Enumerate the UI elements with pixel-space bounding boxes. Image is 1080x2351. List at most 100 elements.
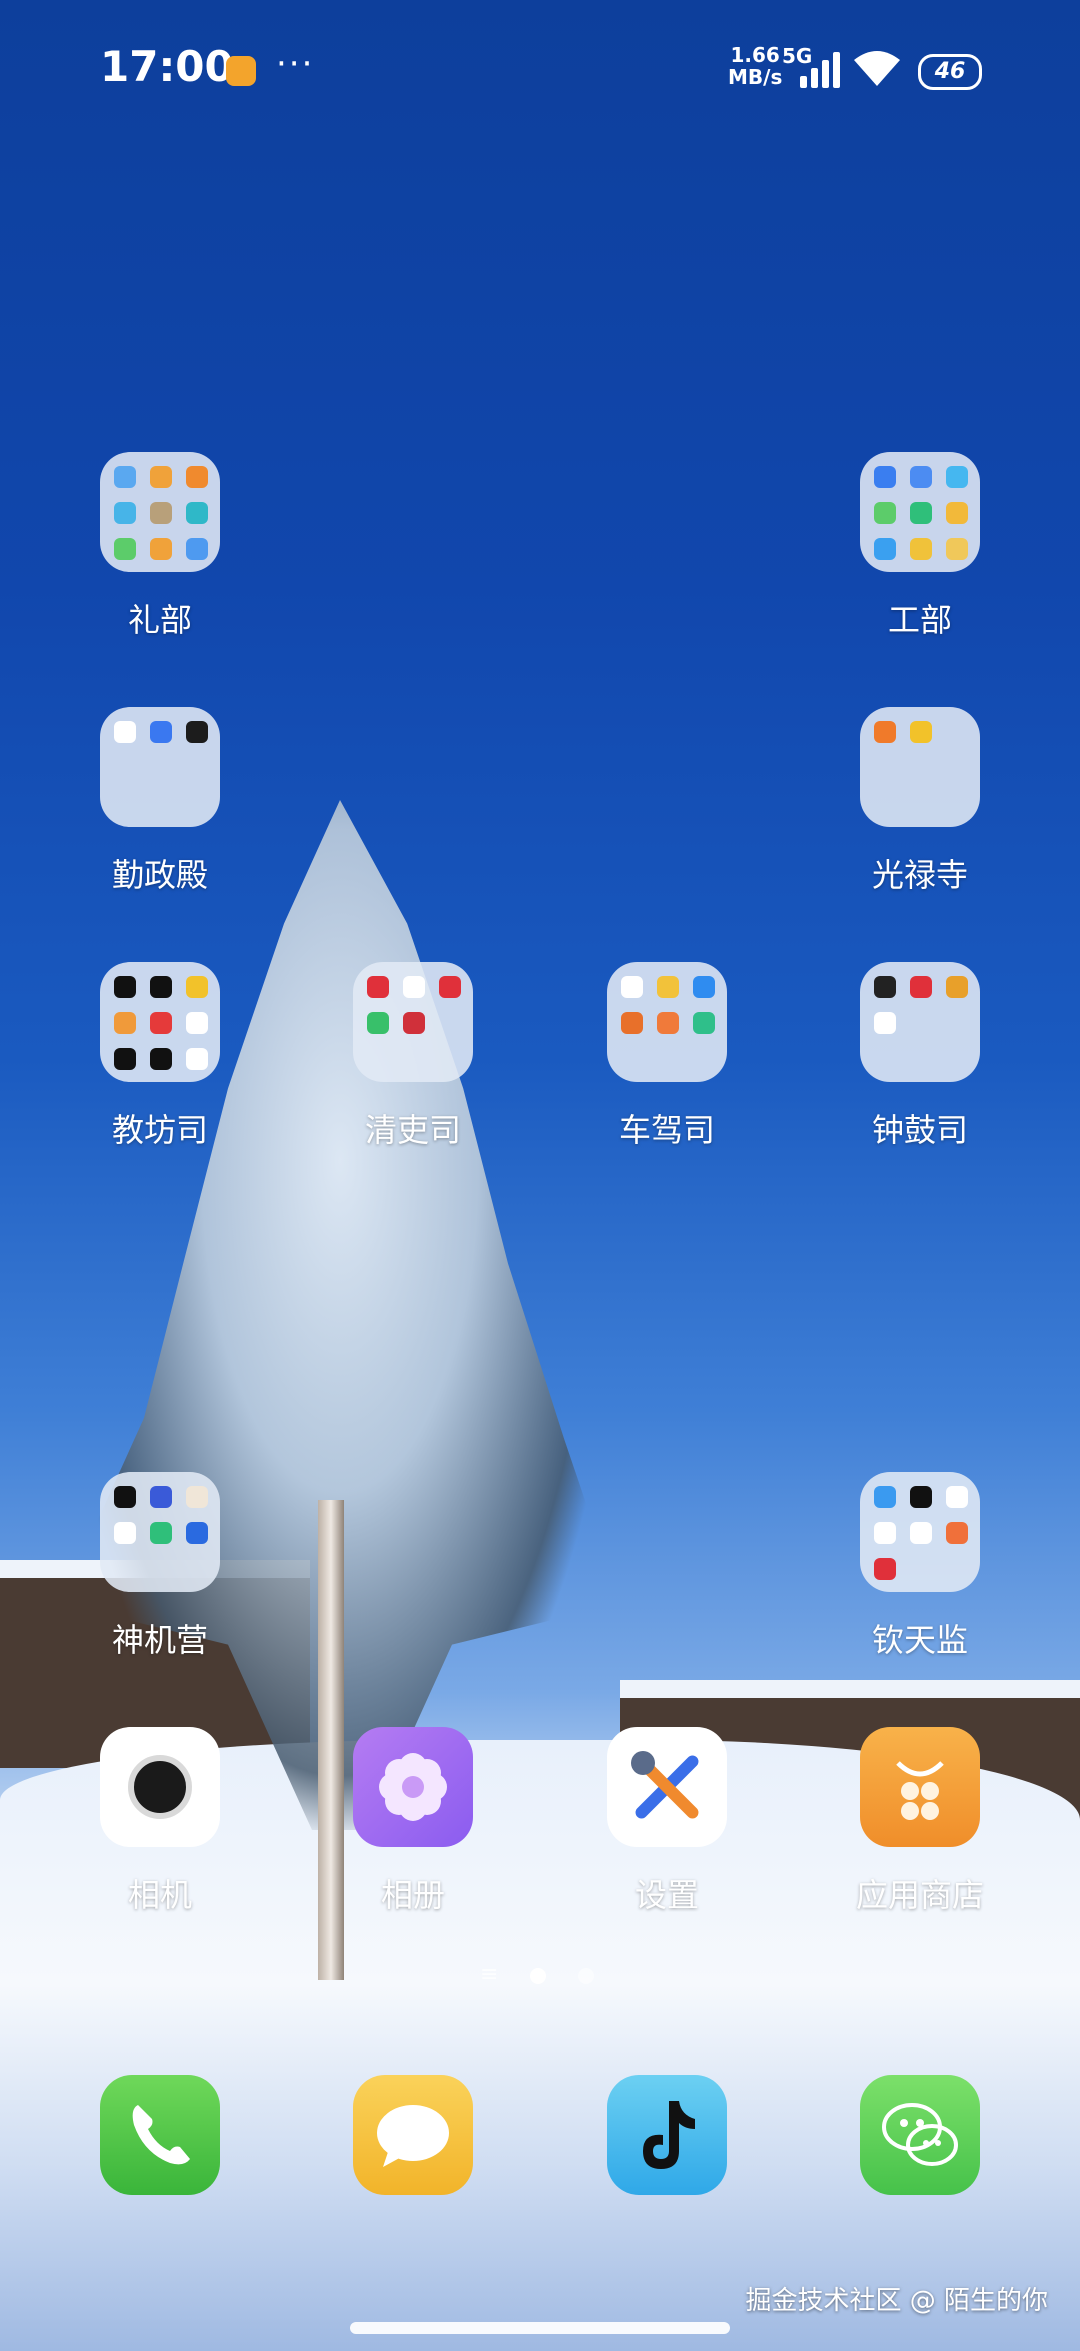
folder-label: 光禄寺 xyxy=(871,856,968,894)
folder-preview xyxy=(607,962,727,1082)
app-gallery[interactable]: 相册 xyxy=(333,1727,493,1915)
folder-mini-app-icon xyxy=(150,1522,172,1544)
folder-mini-app-icon xyxy=(439,976,461,998)
folder-mini-app-icon xyxy=(621,976,643,998)
folder-qinzhengdian[interactable]: 勤政殿 xyxy=(80,707,240,895)
folder-mini-app-icon xyxy=(150,1486,172,1508)
folder-label: 工部 xyxy=(887,601,952,639)
camera-icon xyxy=(100,1727,220,1847)
folder-label: 神机营 xyxy=(111,1621,208,1659)
folder-label: 勤政殿 xyxy=(111,856,208,894)
network-speed: 1.66 MB/s xyxy=(728,44,782,88)
folder-libu[interactable]: 礼部 xyxy=(80,452,240,640)
messages-icon xyxy=(353,2075,473,2195)
folder-mini-app-icon xyxy=(874,1522,896,1544)
folder-mini-app-icon xyxy=(874,1486,896,1508)
tiktok-icon xyxy=(607,2075,727,2195)
folder-guanglusi[interactable]: 光禄寺 xyxy=(840,707,1000,895)
folder-mini-app-icon xyxy=(946,1486,968,1508)
notification-app-icon xyxy=(226,56,256,86)
folder-mini-app-icon xyxy=(693,976,715,998)
dock-wechat[interactable] xyxy=(840,2075,1000,2195)
folder-mini-app-icon xyxy=(657,976,679,998)
folder-mini-app-icon xyxy=(367,976,389,998)
folder-label: 钟鼓司 xyxy=(871,1111,968,1149)
folder-mini-app-icon xyxy=(114,538,136,560)
folder-mini-app-icon xyxy=(874,721,896,743)
signal-icon xyxy=(800,50,842,88)
folder-mini-app-icon xyxy=(114,502,136,524)
folder-mini-app-icon xyxy=(910,466,932,488)
folder-mini-app-icon xyxy=(874,538,896,560)
folder-preview xyxy=(860,707,980,827)
folder-chejiasi[interactable]: 车驾司 xyxy=(587,962,747,1150)
folder-mini-app-icon xyxy=(150,538,172,560)
folder-qinglisi[interactable]: 清吏司 xyxy=(333,962,493,1150)
app-camera[interactable]: 相机 xyxy=(80,1727,240,1915)
folder-preview xyxy=(860,962,980,1082)
network-speed-value: 1.66 xyxy=(730,43,780,67)
folder-jiaofangsi[interactable]: 教坊司 xyxy=(80,962,240,1150)
gallery-icon xyxy=(353,1727,473,1847)
folder-mini-app-icon xyxy=(874,976,896,998)
folder-gongbu[interactable]: 工部 xyxy=(840,452,1000,640)
app-store[interactable]: 应用商店 xyxy=(840,1727,1000,1915)
app-settings[interactable]: 设置 xyxy=(587,1727,747,1915)
status-bar: 17:00 ··· 1.66 MB/s 5G 46 xyxy=(0,0,1080,140)
folder-mini-app-icon xyxy=(910,502,932,524)
dock-phone[interactable] xyxy=(80,2075,240,2195)
page-list-icon[interactable]: ≡ xyxy=(480,1962,498,1987)
folder-mini-app-icon xyxy=(910,976,932,998)
folder-mini-app-icon xyxy=(150,502,172,524)
folder-mini-app-icon xyxy=(114,1048,136,1070)
folder-mini-app-icon xyxy=(186,1486,208,1508)
folder-mini-app-icon xyxy=(186,1522,208,1544)
app-label: 设置 xyxy=(634,1876,699,1914)
home-indicator[interactable] xyxy=(350,2322,730,2334)
folder-mini-app-icon xyxy=(186,1012,208,1034)
folder-mini-app-icon xyxy=(910,1522,932,1544)
folder-mini-app-icon xyxy=(403,1012,425,1034)
app-store-icon xyxy=(860,1727,980,1847)
folder-label: 钦天监 xyxy=(871,1621,968,1659)
folder-mini-app-icon xyxy=(874,1012,896,1034)
wechat-icon xyxy=(860,2075,980,2195)
folder-mini-app-icon xyxy=(621,1012,643,1034)
folder-mini-app-icon xyxy=(114,1012,136,1034)
dock-tiktok[interactable] xyxy=(587,2075,747,2195)
folder-preview xyxy=(353,962,473,1082)
folder-mini-app-icon xyxy=(114,721,136,743)
folder-preview xyxy=(860,1472,980,1592)
folder-mini-app-icon xyxy=(186,502,208,524)
folder-preview xyxy=(860,452,980,572)
folder-mini-app-icon xyxy=(946,538,968,560)
folder-mini-app-icon xyxy=(910,721,932,743)
folder-shenjiying[interactable]: 神机营 xyxy=(80,1472,240,1660)
folder-mini-app-icon xyxy=(946,466,968,488)
folder-mini-app-icon xyxy=(150,721,172,743)
folder-qintianjian[interactable]: 钦天监 xyxy=(840,1472,1000,1660)
settings-icon xyxy=(607,1727,727,1847)
folder-mini-app-icon xyxy=(946,976,968,998)
folder-mini-app-icon xyxy=(150,976,172,998)
folder-label: 车驾司 xyxy=(618,1111,715,1149)
page-dot[interactable] xyxy=(578,1968,594,1984)
app-label: 相机 xyxy=(127,1876,192,1914)
folder-mini-app-icon xyxy=(874,466,896,488)
page-indicator[interactable]: ≡ xyxy=(0,1962,1080,1987)
dock-messages[interactable] xyxy=(333,2075,493,2195)
wallpaper xyxy=(0,0,1080,2351)
folder-mini-app-icon xyxy=(114,466,136,488)
folder-mini-app-icon xyxy=(657,1012,679,1034)
folder-preview xyxy=(100,452,220,572)
folder-mini-app-icon xyxy=(114,1486,136,1508)
folder-preview xyxy=(100,1472,220,1592)
app-label: 相册 xyxy=(380,1876,445,1914)
battery-icon: 46 xyxy=(918,54,982,90)
folder-zhonggusi[interactable]: 钟鼓司 xyxy=(840,962,1000,1150)
folder-mini-app-icon xyxy=(186,466,208,488)
page-dot-active[interactable] xyxy=(530,1968,546,1984)
folder-mini-app-icon xyxy=(186,538,208,560)
folder-mini-app-icon xyxy=(186,721,208,743)
folder-mini-app-icon xyxy=(114,1522,136,1544)
